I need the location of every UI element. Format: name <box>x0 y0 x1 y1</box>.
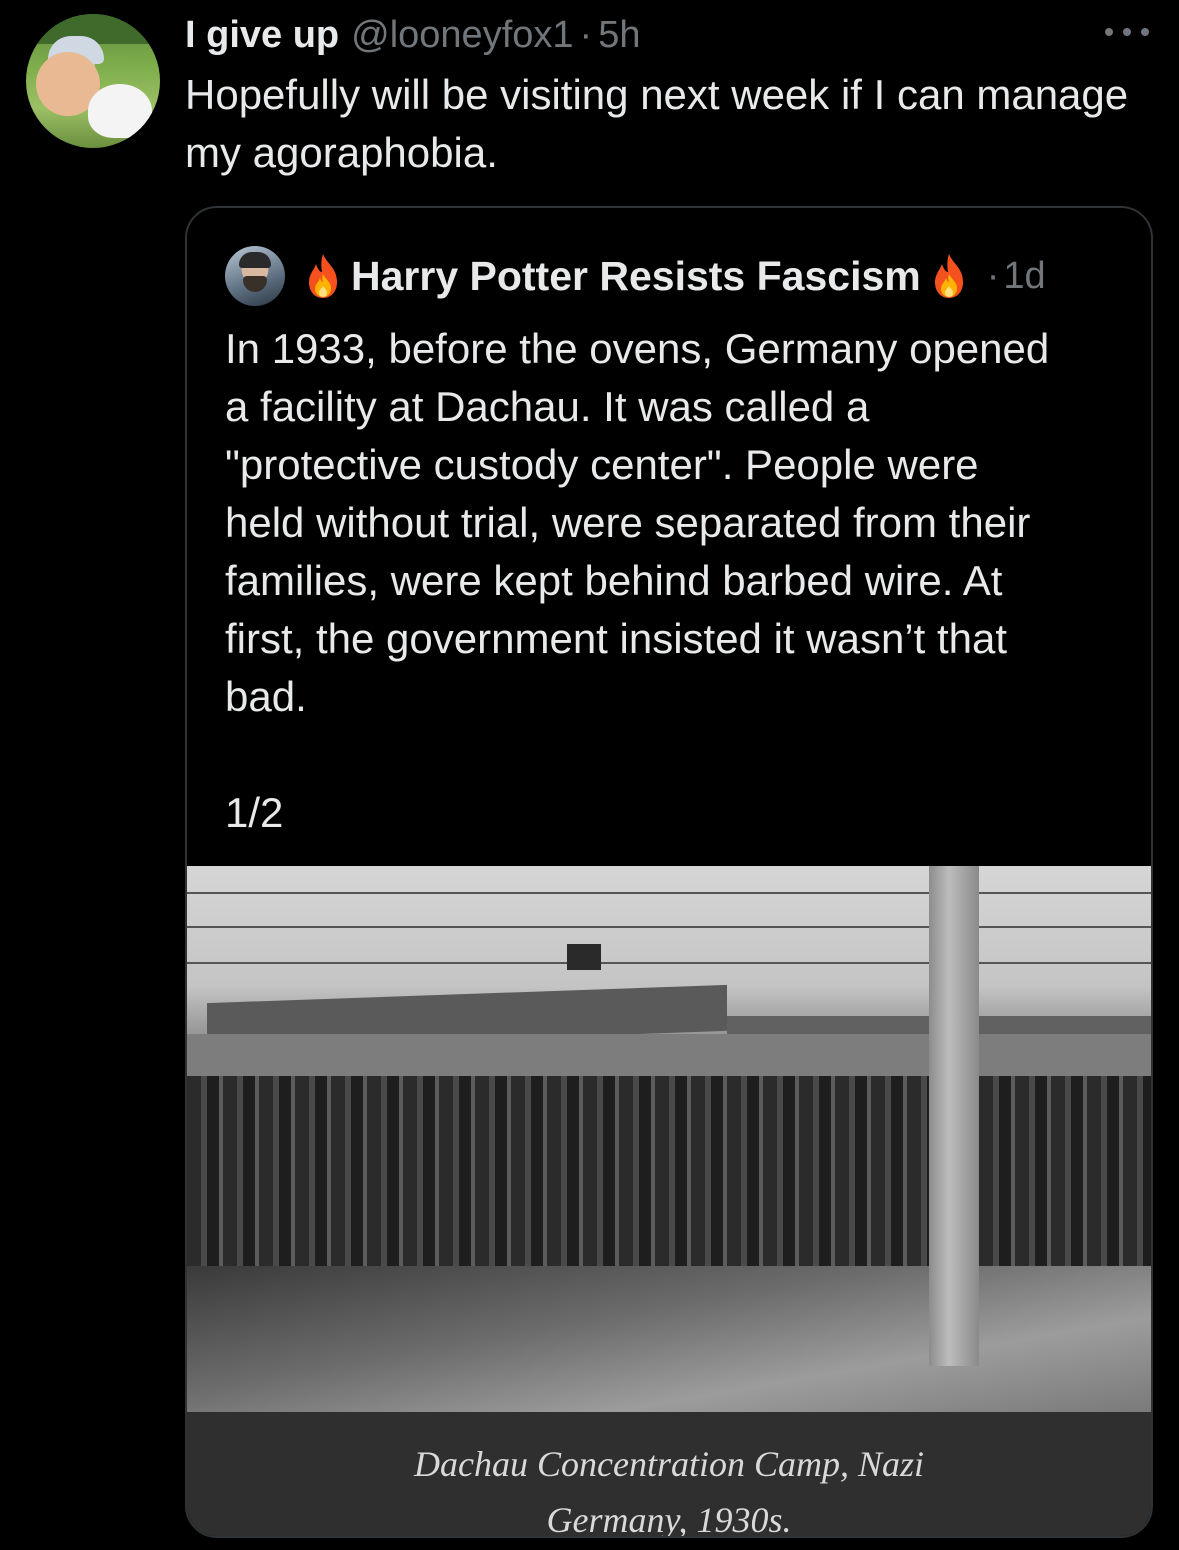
image-caption: Dachau Concentration Camp, Nazi Germany,… <box>187 1412 1151 1536</box>
quoted-text-line: held without trial, were separated from … <box>225 499 1031 546</box>
thread-count: 1/2 <box>225 789 284 836</box>
tweet-timestamp[interactable]: 5h <box>598 12 640 58</box>
author-handle[interactable]: @looneyfox1 <box>351 12 573 58</box>
tweet[interactable]: I give up @looneyfox1 · 5h Hopefully wil… <box>0 0 1179 1550</box>
author-display-name[interactable]: I give up <box>185 12 339 58</box>
more-dot <box>1141 28 1149 36</box>
quoted-tweet-image[interactable] <box>187 866 1151 1412</box>
image-crowd <box>187 1076 1151 1276</box>
quoted-text-line: families, were kept behind barbed wire. … <box>225 557 1003 604</box>
quoted-text-line: a facility at Dachau. It was called a <box>225 383 870 430</box>
tweet-header: I give up @looneyfox1 · 5h <box>185 12 640 58</box>
quoted-author-display-name[interactable]: Harry Potter Resists Fascism <box>351 253 921 300</box>
quoted-header-separator: · <box>986 254 1000 297</box>
image-wire <box>187 962 1151 964</box>
avatar-swan <box>88 84 152 138</box>
caption-line: Germany, 1930s. <box>546 1500 792 1538</box>
fire-emoji-icon <box>929 252 969 300</box>
quoted-tweet-text: In 1933, before the ovens, Germany opene… <box>225 320 1125 726</box>
image-wire <box>187 892 1151 894</box>
fire-emoji-icon <box>303 252 343 300</box>
quoted-tweet-header: Harry Potter Resists Fascism · 1d <box>303 250 1046 302</box>
image-fence-pole <box>929 866 979 1366</box>
image-ditch <box>187 1266 1151 1412</box>
header-separator: · <box>579 14 593 56</box>
image-wire <box>187 926 1151 928</box>
q-avatar-beard <box>243 276 267 292</box>
quoted-text-line: bad. <box>225 673 307 720</box>
quoted-text-line: first, the government insisted it wasn’t… <box>225 615 1008 662</box>
tweet-text: Hopefully will be visiting next week if … <box>185 71 1129 176</box>
q-avatar-hair <box>239 252 271 268</box>
quoted-tweet-card[interactable]: Harry Potter Resists Fascism · 1d In 193… <box>185 206 1153 1538</box>
quoted-text-line: "protective custody center". People were <box>225 441 979 488</box>
caption-line: Dachau Concentration Camp, Nazi <box>414 1444 924 1484</box>
image-flag <box>567 944 601 970</box>
more-dot <box>1123 28 1131 36</box>
more-dot <box>1105 28 1113 36</box>
quoted-text-line: In 1933, before the ovens, Germany opene… <box>225 325 1050 372</box>
author-avatar[interactable] <box>26 14 160 148</box>
quoted-author-avatar[interactable] <box>225 246 285 306</box>
more-horizontal-icon[interactable] <box>1105 22 1149 42</box>
quoted-tweet-timestamp[interactable]: 1d <box>1003 255 1045 298</box>
